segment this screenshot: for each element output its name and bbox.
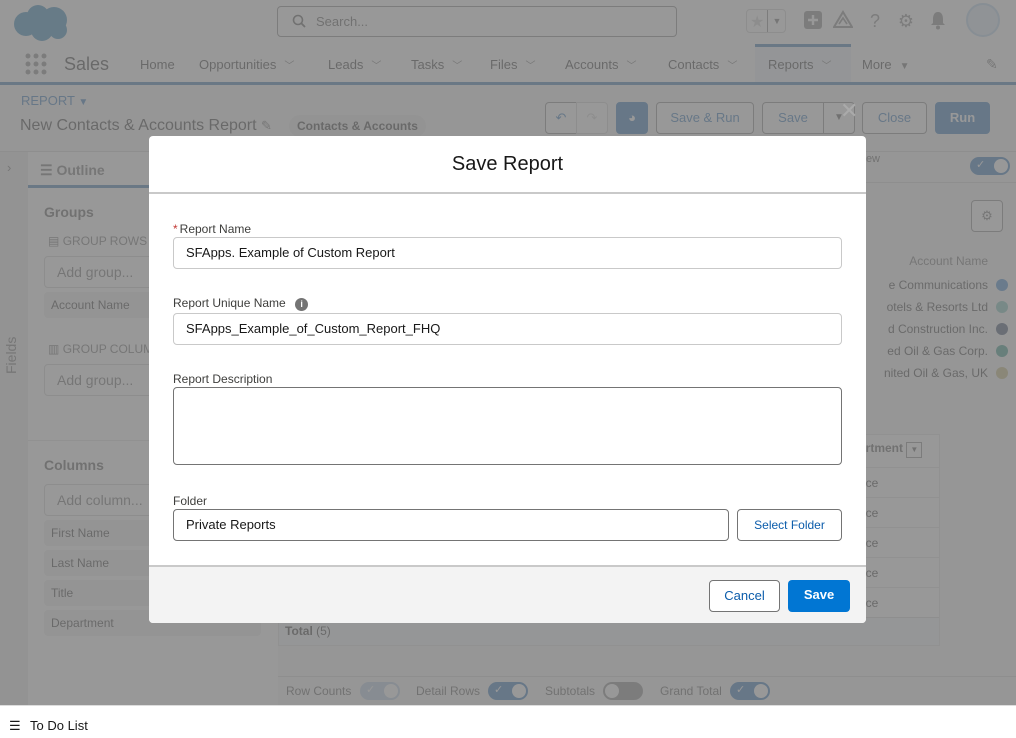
folder-label: Folder	[173, 494, 208, 508]
folder-input[interactable]: Private Reports	[173, 509, 729, 541]
info-icon[interactable]: i	[295, 298, 309, 311]
close-modal-icon[interactable]: ✕	[840, 100, 858, 122]
utility-bar: ☰ To Do List	[0, 705, 1016, 738]
unique-name-label: Report Unique Name i	[173, 296, 309, 311]
select-folder-button[interactable]: Select Folder	[737, 509, 842, 541]
report-name-input[interactable]: SFApps. Example of Custom Report	[173, 237, 842, 269]
description-label: Report Description	[173, 372, 273, 386]
modal-save-button[interactable]: Save	[788, 580, 850, 612]
modal-title: Save Report	[149, 136, 866, 194]
unique-name-input[interactable]: SFApps_Example_of_Custom_Report_FHQ	[173, 313, 842, 345]
cancel-button[interactable]: Cancel	[709, 580, 780, 612]
description-textarea[interactable]	[173, 387, 842, 465]
todo-list-icon[interactable]: ☰	[9, 718, 21, 734]
report-name-label: * Report Name	[173, 222, 251, 236]
required-asterisk: *	[173, 222, 178, 236]
modal-footer: Cancel Save	[149, 565, 866, 623]
save-report-modal: Save Report * Report Name SFApps. Example…	[149, 136, 866, 623]
report-name-label-text: Report Name	[179, 222, 252, 236]
unique-name-label-text: Report Unique Name	[173, 296, 286, 310]
todo-list-link[interactable]: To Do List	[30, 718, 88, 733]
